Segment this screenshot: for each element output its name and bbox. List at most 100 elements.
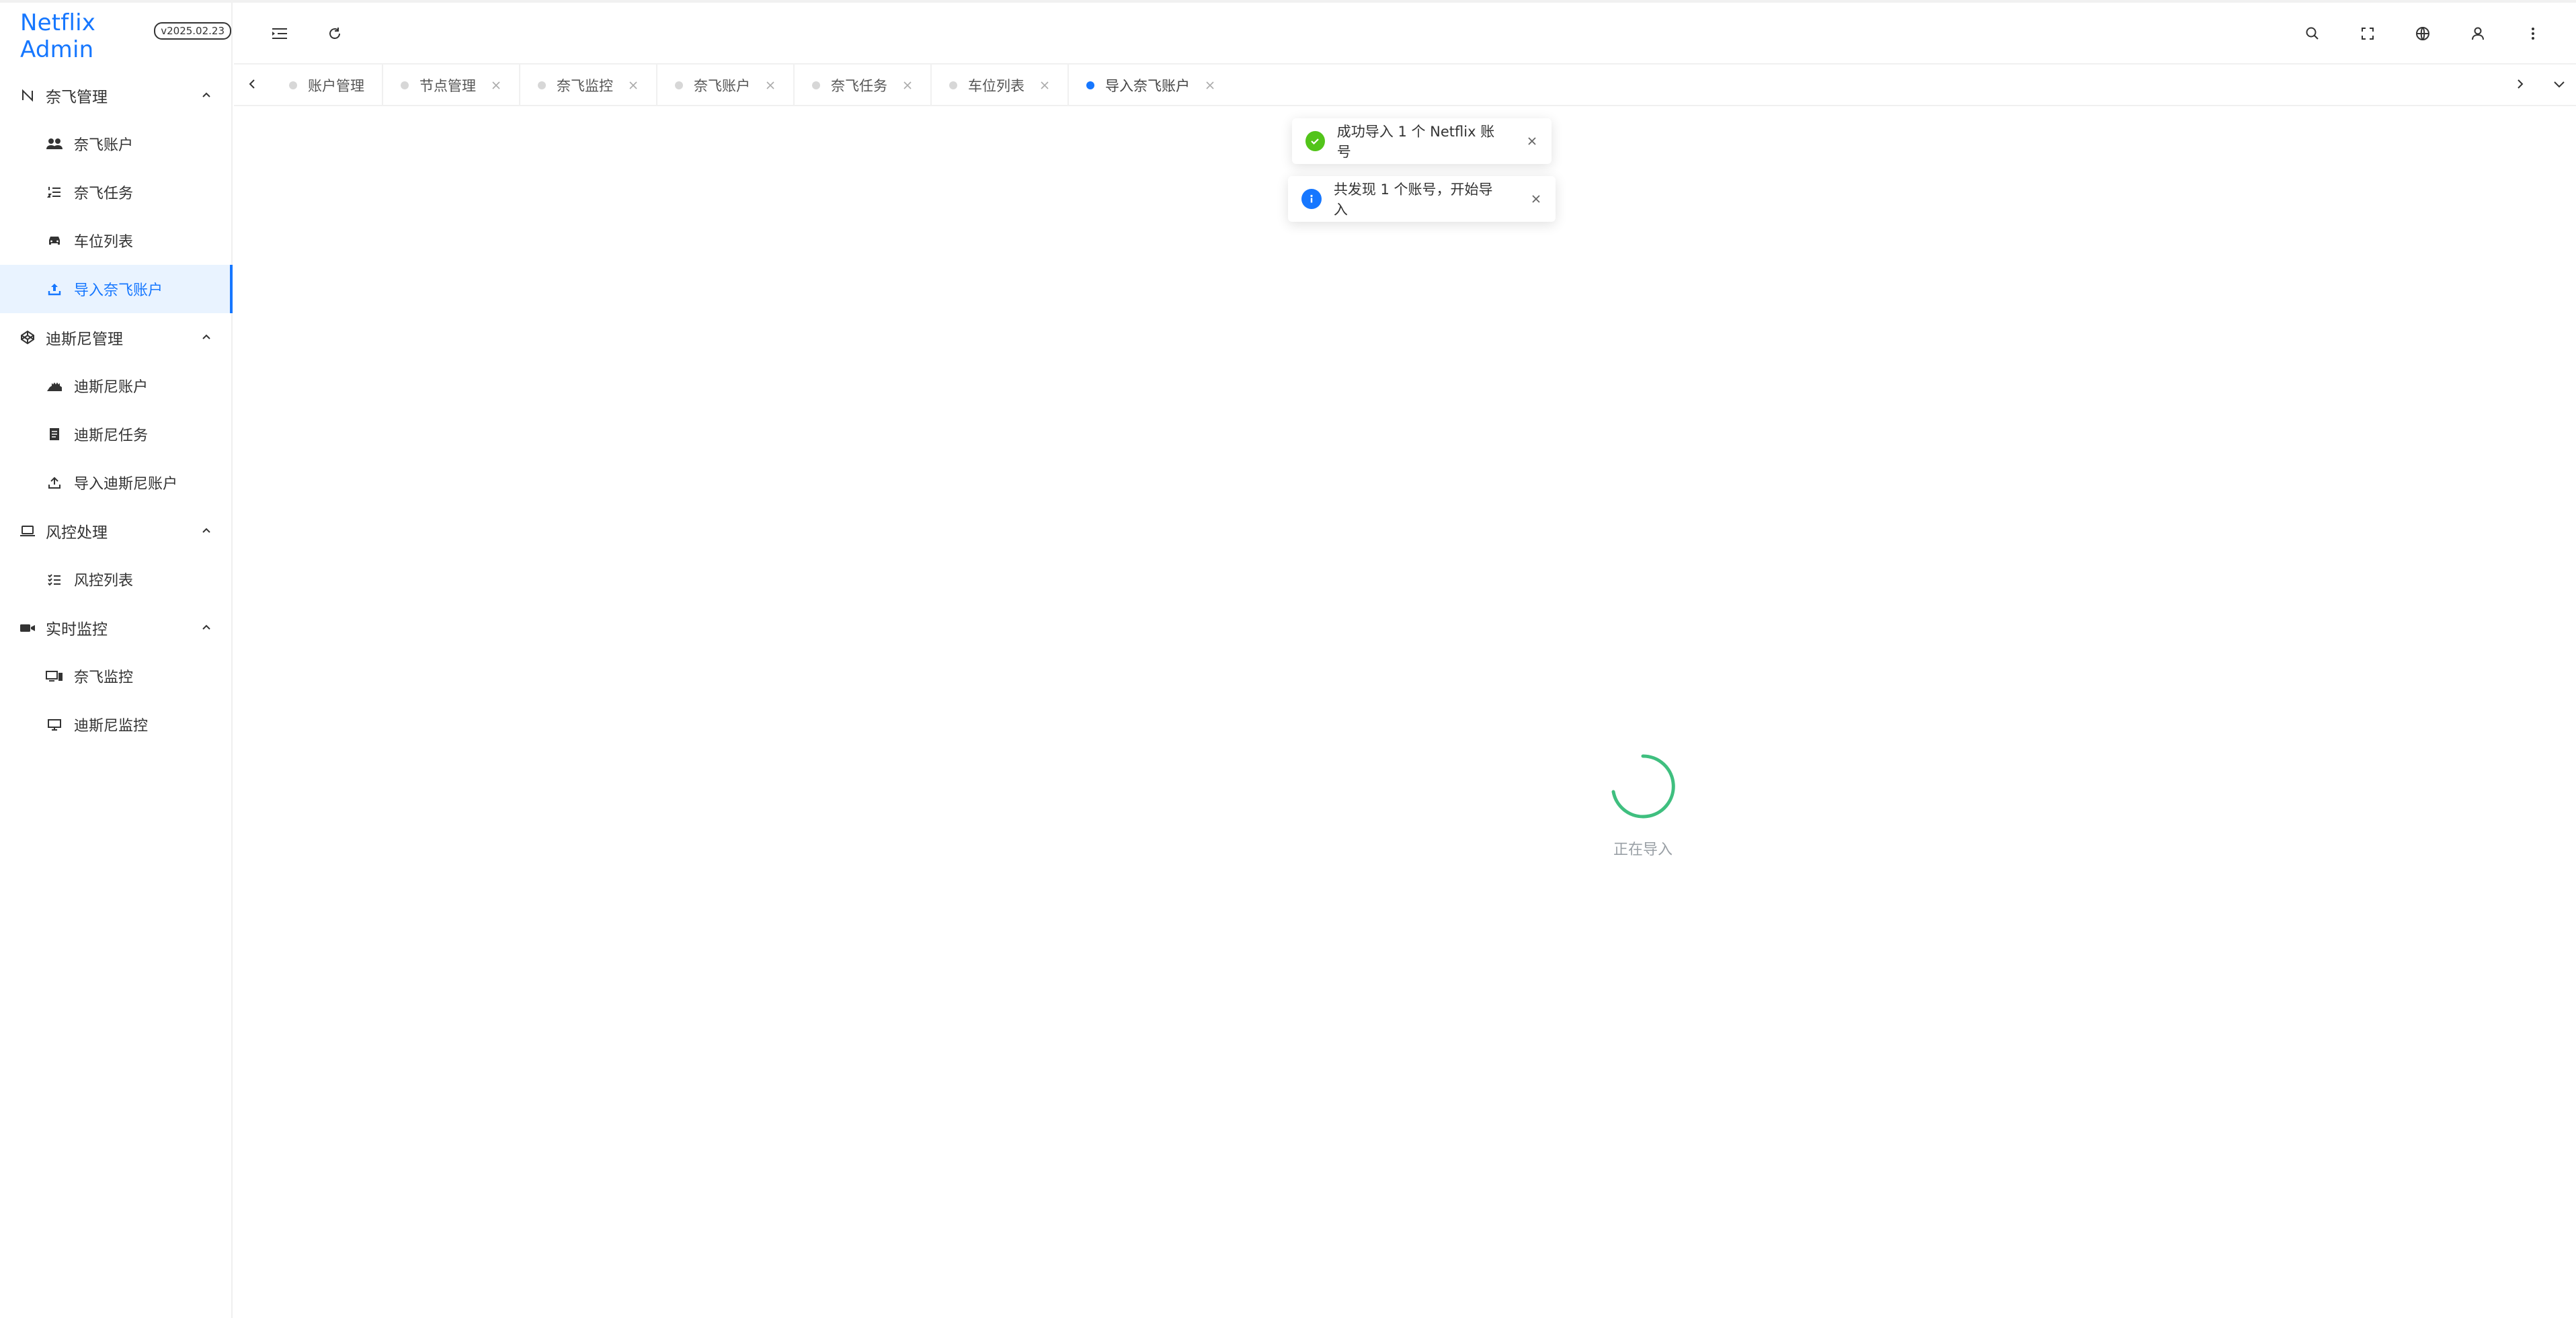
tab-dot xyxy=(675,81,683,89)
menu-collapse-button[interactable] xyxy=(266,20,293,47)
app-title: Netflix Admin xyxy=(20,9,96,63)
sidebar-item-parking-list[interactable]: 车位列表 xyxy=(0,216,231,265)
info-circle-icon xyxy=(1301,189,1322,209)
close-icon[interactable] xyxy=(765,80,776,91)
users-icon xyxy=(44,136,65,151)
tab-label: 奈飞账户 xyxy=(694,78,750,94)
sidebar: Netflix Admin v2025.02.23 奈飞管理 奈飞账户 奈飞任务… xyxy=(0,3,233,1318)
sidebar-item-label: 车位列表 xyxy=(74,234,134,251)
document-icon xyxy=(44,427,65,442)
app-root: Netflix Admin v2025.02.23 奈飞管理 奈飞账户 奈飞任务… xyxy=(0,0,2576,1318)
sidebar-item-label: 奈飞监控 xyxy=(74,669,134,686)
close-icon[interactable] xyxy=(628,80,639,91)
upload-icon xyxy=(44,475,65,490)
laptop-icon xyxy=(17,524,38,538)
loading-text: 正在导入 xyxy=(1613,841,1673,858)
brand: Netflix Admin v2025.02.23 xyxy=(0,3,231,70)
search-icon xyxy=(2304,26,2321,42)
tab-dot xyxy=(289,81,297,89)
sidebar-item-netflix-tasks[interactable]: 奈飞任务 xyxy=(0,168,231,216)
sidebar-item-import-netflix[interactable]: 导入奈飞账户 xyxy=(0,265,233,313)
loading-spinner-icon xyxy=(1609,753,1677,820)
sidebar-item-label: 导入迪斯尼账户 xyxy=(74,476,178,493)
refresh-icon xyxy=(327,26,343,42)
tab-account-management[interactable]: 账户管理 xyxy=(272,65,382,106)
sidebar-group-disney[interactable]: 迪斯尼管理 xyxy=(0,313,231,362)
video-icon xyxy=(17,620,38,635)
tab-label: 节点管理 xyxy=(419,78,476,94)
sidebar-item-disney-monitor[interactable]: 迪斯尼监控 xyxy=(0,700,231,749)
tab-netflix-tasks[interactable]: 奈飞任务 xyxy=(793,65,930,106)
chevron-up-icon xyxy=(199,330,214,345)
sidebar-group-label: 迪斯尼管理 xyxy=(46,331,123,348)
tabs-scroll-right-button[interactable] xyxy=(2510,75,2530,95)
sidebar-group-label: 奈飞管理 xyxy=(46,89,108,106)
main-content: 成功导入 1 个 Netflix 账号 共发现 1 个账号，开始导入 正在导入 xyxy=(234,106,2576,1318)
fullscreen-button[interactable] xyxy=(2354,20,2381,47)
sidebar-item-netflix-accounts[interactable]: 奈飞账户 xyxy=(0,120,231,168)
tab-node-management[interactable]: 节点管理 xyxy=(382,65,519,106)
close-icon[interactable] xyxy=(1530,193,1542,205)
sidebar-item-disney-tasks[interactable]: 迪斯尼任务 xyxy=(0,410,231,458)
tabs-scroll-left-button[interactable] xyxy=(242,75,262,95)
sidebar-group-risk[interactable]: 风控处理 xyxy=(0,507,231,555)
tab-label: 奈飞监控 xyxy=(557,78,613,94)
close-icon[interactable] xyxy=(1039,80,1050,91)
sidebar-menu: 奈飞管理 奈飞账户 奈飞任务 车位列表 导入奈飞账户 迪斯尼管理 迪斯尼账户 迪… xyxy=(0,70,233,749)
tab-label: 车位列表 xyxy=(968,78,1024,94)
monitor-icon xyxy=(44,717,65,732)
close-icon[interactable] xyxy=(902,80,913,91)
notification-success: 成功导入 1 个 Netflix 账号 xyxy=(1292,118,1552,164)
tab-dot xyxy=(812,81,820,89)
sidebar-item-label: 风控列表 xyxy=(74,573,134,589)
tab-netflix-monitor[interactable]: 奈飞监控 xyxy=(519,65,656,106)
search-button[interactable] xyxy=(2299,20,2326,47)
sidebar-item-netflix-monitor[interactable]: 奈飞监控 xyxy=(0,652,231,700)
tab-dot xyxy=(949,81,957,89)
sidebar-item-label: 导入奈飞账户 xyxy=(74,282,163,299)
check-circle-icon xyxy=(1305,131,1325,151)
sidebar-group-label: 风控处理 xyxy=(46,524,108,542)
globe-icon xyxy=(2415,26,2431,42)
chevron-up-icon xyxy=(199,524,214,538)
letter-n-icon xyxy=(17,88,38,103)
upload-icon xyxy=(44,282,65,296)
sidebar-group-monitor[interactable]: 实时监控 xyxy=(0,604,231,652)
language-button[interactable] xyxy=(2409,20,2436,47)
tab-parking-list[interactable]: 车位列表 xyxy=(930,65,1068,106)
refresh-button[interactable] xyxy=(321,20,348,47)
fullscreen-icon xyxy=(2360,26,2375,41)
close-icon[interactable] xyxy=(1205,80,1215,91)
chevron-up-icon xyxy=(199,88,214,103)
notification-info: 共发现 1 个账号，开始导入 xyxy=(1288,176,1556,222)
chevron-down-icon xyxy=(2552,77,2567,93)
top-header xyxy=(234,3,2576,65)
sidebar-item-disney-accounts[interactable]: 迪斯尼账户 xyxy=(0,362,231,410)
sidebar-item-import-disney[interactable]: 导入迪斯尼账户 xyxy=(0,458,231,507)
tab-dot xyxy=(538,81,546,89)
sidebar-item-label: 迪斯尼监控 xyxy=(74,718,149,735)
user-button[interactable] xyxy=(2464,20,2491,47)
chevron-up-icon xyxy=(199,620,214,635)
close-icon[interactable] xyxy=(1526,135,1538,147)
more-button[interactable] xyxy=(2520,20,2546,47)
tabs-list: 账户管理 节点管理 奈飞监控 奈飞账户 奈飞任务 车位列表 导入奈飞账户 xyxy=(272,65,1233,106)
user-icon xyxy=(2470,26,2486,42)
sidebar-item-label: 奈飞账户 xyxy=(74,137,134,154)
tabs-bar: 账户管理 节点管理 奈飞监控 奈飞账户 奈飞任务 车位列表 导入奈飞账户 xyxy=(234,65,2576,106)
devices-icon xyxy=(44,669,65,684)
sidebar-group-netflix[interactable]: 奈飞管理 xyxy=(0,71,231,120)
close-icon[interactable] xyxy=(491,80,501,91)
tab-import-netflix[interactable]: 导入奈飞账户 xyxy=(1068,65,1233,106)
sidebar-item-label: 奈飞任务 xyxy=(74,186,134,202)
more-vertical-icon xyxy=(2530,26,2536,42)
tab-netflix-accounts[interactable]: 奈飞账户 xyxy=(656,65,793,106)
chevron-right-icon xyxy=(2513,77,2527,93)
tab-dot xyxy=(401,81,409,89)
tab-dot xyxy=(1086,81,1094,89)
menu-fold-icon xyxy=(271,26,288,41)
tabs-dropdown-button[interactable] xyxy=(2549,75,2569,95)
tab-label: 奈飞任务 xyxy=(831,78,887,94)
tab-label: 账户管理 xyxy=(308,78,364,94)
sidebar-item-risk-list[interactable]: 风控列表 xyxy=(0,555,231,604)
